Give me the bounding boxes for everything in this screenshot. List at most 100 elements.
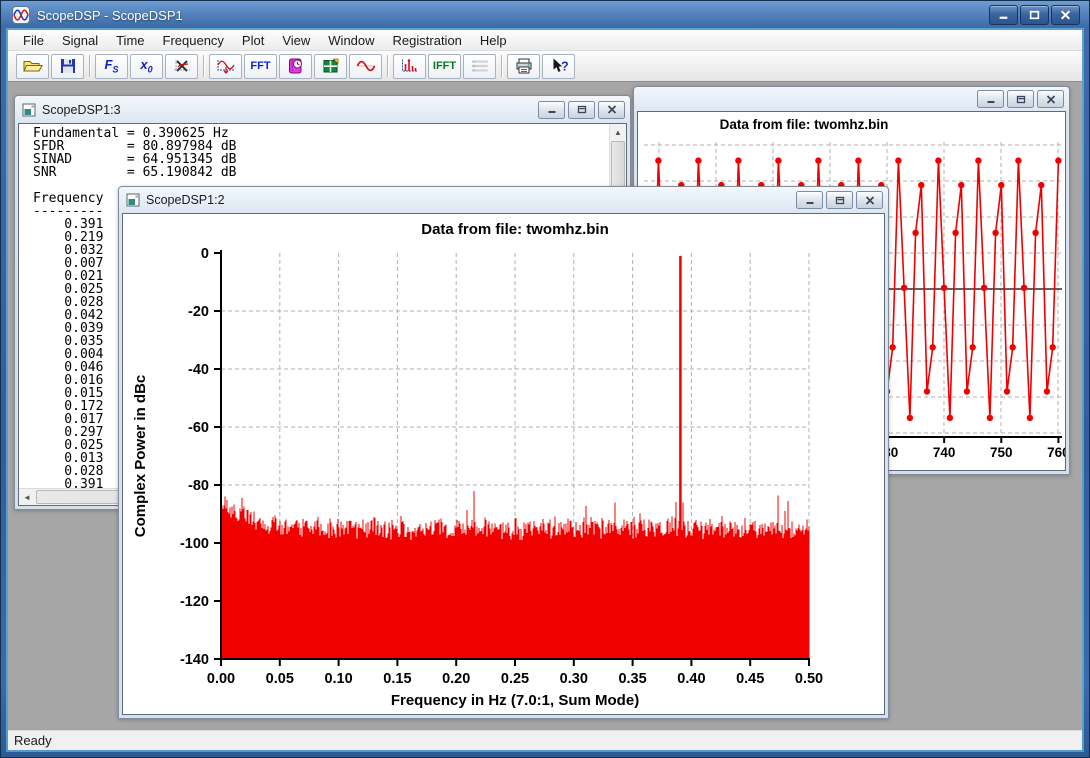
save-floppy-icon (58, 58, 78, 74)
clear-signal-button[interactable] (165, 54, 198, 79)
menu-bar: FileSignalTimeFrequencyPlotViewWindowReg… (8, 30, 1082, 51)
svg-text:-120: -120 (180, 594, 209, 610)
toolbar-separator (203, 55, 204, 77)
svg-text:0.25: 0.25 (501, 671, 529, 687)
maximize-button[interactable] (1020, 5, 1049, 25)
help-button[interactable]: ? (542, 54, 575, 79)
menu-help[interactable]: Help (471, 31, 516, 50)
print-button[interactable] (507, 54, 540, 79)
open-button[interactable] (16, 54, 49, 79)
menu-plot[interactable]: Plot (233, 31, 273, 50)
svg-text:0.15: 0.15 (383, 671, 411, 687)
app-window-frame: ScopeDSP - ScopeDSP1 FileSignalTimeFrequ… (0, 0, 1090, 758)
menu-frequency[interactable]: Frequency (154, 31, 233, 50)
spectrum-xlabel: Frequency in Hz (7.0:1, Sum Mode) (391, 692, 639, 709)
time-tick-labels: 730740750760 (876, 445, 1065, 460)
window-title: ScopeDSP - ScopeDSP1 (37, 8, 989, 23)
menu-file[interactable]: File (14, 31, 53, 50)
save-button[interactable] (51, 54, 84, 79)
svg-text:760: 760 (1047, 445, 1065, 460)
document-icon (22, 103, 36, 117)
spectrum-icon (400, 58, 420, 74)
menu-signal[interactable]: Signal (53, 31, 107, 50)
svg-text:0.40: 0.40 (677, 671, 705, 687)
svg-text:-40: -40 (188, 362, 209, 378)
close-button[interactable] (1051, 5, 1080, 25)
toolbar-separator (387, 55, 388, 77)
child-restore-button[interactable] (826, 191, 853, 209)
spectrum-plot-title: Data from file: twomhz.bin (421, 221, 609, 238)
status-text: Ready (14, 733, 52, 748)
child-restore-button[interactable] (568, 101, 595, 119)
spectrum-ylabel: Complex Power in dBc (132, 375, 149, 538)
mdi-workspace: Data from file: twomhz.bin730740750760 S… (8, 82, 1082, 730)
phase-button[interactable] (279, 54, 312, 79)
child-restore-button[interactable] (1007, 90, 1034, 108)
menu-view[interactable]: View (273, 31, 319, 50)
fft-button[interactable]: FFT (244, 54, 277, 79)
minimize-button[interactable] (989, 5, 1018, 25)
sample-rate-button[interactable]: FS (95, 54, 128, 79)
measurements-window-title: ScopeDSP1:3 (42, 103, 535, 117)
tile-windows-icon (321, 58, 341, 74)
spectrum-noise-floor (221, 491, 809, 659)
svg-text:-100: -100 (180, 536, 209, 552)
data-list-button (463, 54, 496, 79)
menu-registration[interactable]: Registration (384, 31, 471, 50)
svg-text:-60: -60 (188, 420, 209, 436)
spectrum-window-titlebar[interactable]: ScopeDSP1:2 (119, 187, 888, 213)
toolbar: FS x0 FFT IFFT? (8, 51, 1082, 82)
status-bar: Ready (8, 730, 1082, 750)
svg-text:0: 0 (201, 246, 209, 262)
svg-text:750: 750 (990, 445, 1013, 460)
time-plot-title: Data from file: twomhz.bin (720, 117, 889, 132)
clear-signal-icon (172, 58, 192, 74)
svg-text:?: ? (561, 60, 569, 74)
svg-text:0.10: 0.10 (324, 671, 352, 687)
tile-windows-button[interactable] (314, 54, 347, 79)
spectrum-window[interactable]: ScopeDSP1:2 Data from file: twomhz.bin 0 -… (118, 186, 889, 719)
document-icon (126, 193, 140, 207)
child-minimize-button[interactable] (977, 90, 1004, 108)
sine-button[interactable] (349, 54, 382, 79)
svg-text:0.05: 0.05 (266, 671, 294, 687)
svg-text:740: 740 (933, 445, 956, 460)
menu-time[interactable]: Time (107, 31, 153, 50)
ifft-label: IFFT (433, 60, 456, 72)
time-plot-button[interactable] (209, 54, 242, 79)
sine-wave-icon (356, 58, 376, 74)
child-minimize-button[interactable] (796, 191, 823, 209)
svg-text:0.35: 0.35 (618, 671, 646, 687)
spectrum-window-title: ScopeDSP1:2 (146, 193, 793, 207)
child-minimize-button[interactable] (538, 101, 565, 119)
menu-window[interactable]: Window (319, 31, 383, 50)
child-close-button[interactable] (1037, 90, 1064, 108)
svg-text:-20: -20 (188, 304, 209, 320)
help-pointer-icon: ? (549, 58, 569, 74)
spectrum-plot-button[interactable] (393, 54, 426, 79)
child-close-button[interactable] (856, 191, 883, 209)
fft-label: FFT (250, 60, 270, 72)
app-client-area: FileSignalTimeFrequencyPlotViewWindowReg… (8, 30, 1082, 750)
toolbar-separator (89, 55, 90, 77)
printer-icon (514, 58, 534, 74)
title-bar[interactable]: ScopeDSP - ScopeDSP1 (0, 0, 1090, 30)
child-close-button[interactable] (598, 101, 625, 119)
toolbar-separator (501, 55, 502, 77)
time-plot-window-titlebar[interactable] (634, 87, 1069, 111)
sample-rate-icon: FS (105, 58, 119, 75)
spectrum-plot-canvas: Data from file: twomhz.bin 0 -20 -40 -60 -80 -… (122, 213, 885, 715)
list-lines-icon (470, 58, 490, 74)
time-plot-icon (216, 58, 236, 74)
svg-text:-80: -80 (188, 478, 209, 494)
scroll-up-arrow-icon[interactable]: ▲ (610, 124, 626, 140)
spectrum-plot: Data from file: twomhz.bin 0 -20 -40 -60 -80 -… (123, 214, 884, 713)
scroll-left-arrow-icon[interactable]: ◄ (19, 489, 35, 505)
ifft-button[interactable]: IFFT (428, 54, 461, 79)
origin-button[interactable]: x0 (130, 54, 163, 79)
open-folder-icon (23, 58, 43, 74)
svg-text:0.20: 0.20 (442, 671, 470, 687)
svg-text:0.30: 0.30 (560, 671, 588, 687)
origin-icon: x0 (140, 58, 152, 75)
measurements-window-titlebar[interactable]: ScopeDSP1:3 (15, 96, 630, 123)
